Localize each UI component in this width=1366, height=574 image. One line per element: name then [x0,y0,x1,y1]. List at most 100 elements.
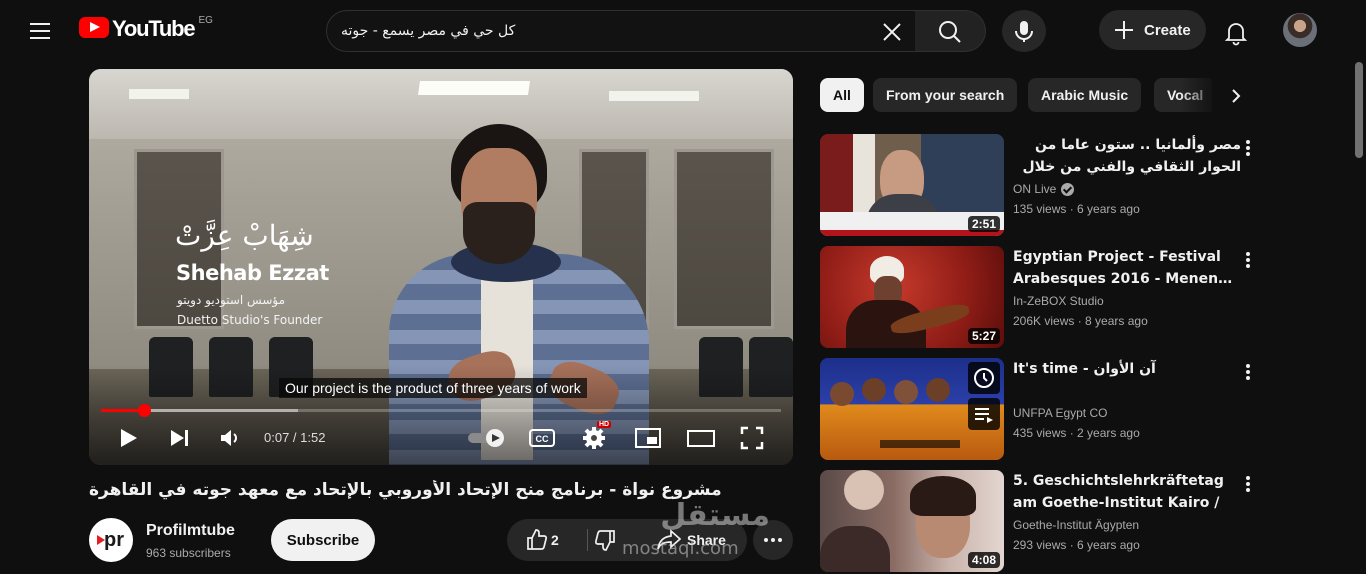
more-vertical-icon [1246,364,1250,368]
watch-later-overlay[interactable] [968,362,1000,394]
play-icon [121,429,137,447]
create-button[interactable]: Create [1099,10,1206,50]
bell-icon [1224,23,1248,46]
thumbnail: 5:27 [820,246,1004,348]
captions-button[interactable]: CC [527,425,557,451]
menu-icon [30,23,50,25]
recommendation-meta: 293 views · 6 years ago [1013,538,1140,552]
recommendation-menu-button[interactable] [1236,136,1260,160]
subscribe-button[interactable]: Subscribe [271,519,375,561]
recommendation-meta: 135 views · 6 years ago [1013,202,1140,216]
recommendation-channel: ON Live [1013,182,1075,196]
recommendation-meta: 206K views · 8 years ago [1013,314,1148,328]
page-scrollbar[interactable] [1355,62,1363,574]
miniplayer-button[interactable] [632,423,664,453]
recommendation-item[interactable]: 2:51 مصر وألمانيا .. ستون عاما من الحوار… [820,134,1260,236]
thumbnail [820,358,1004,460]
progress-scrubber[interactable] [137,404,151,417]
volume-button[interactable] [215,423,245,453]
autoplay-toggle[interactable] [467,427,507,449]
video-title: مشروع نواة - برنامج منح الإتحاد الأوروبي… [89,480,722,500]
recommendation-item[interactable]: 5:27 Egyptian Project - Festival Arabesq… [820,246,1260,348]
thumbnail: 2:51 [820,134,1004,236]
close-icon [883,23,901,41]
recommendation-title: مصر وألمانيا .. ستون عاما من الحوار الثق… [1022,137,1241,175]
play-button[interactable] [113,423,143,453]
scrollbar-thumb[interactable] [1355,62,1363,158]
recommendation-title: Egyptian Project - Festival Arabesques 2… [1013,249,1233,287]
recommendation-item[interactable]: 4:08 5. Geschichtslehrkräftetag am Goeth… [820,470,1260,572]
subtitle-caption: Our project is the product of three year… [279,378,587,398]
more-vertical-icon [1246,140,1250,144]
add-to-queue-overlay[interactable] [968,398,1000,430]
theater-mode-button[interactable] [685,423,717,453]
next-icon [171,430,188,446]
duration-badge: 4:08 [967,552,1000,568]
youtube-logo[interactable]: YouTube EG [79,15,213,41]
logo-text: YouTube [112,16,196,41]
volume-icon [221,430,237,446]
filter-chips: All From your search Arabic Music Vocal [820,78,1212,112]
menu-button[interactable] [20,14,60,48]
next-button[interactable] [165,423,195,453]
subscriber-count: 963 subscribers [146,546,231,560]
thumbs-down-icon [594,530,615,551]
search-input[interactable] [341,11,871,51]
verified-badge-icon [1061,182,1075,196]
user-avatar[interactable] [1283,13,1317,47]
mic-icon [1015,21,1033,42]
recommendation-menu-button[interactable] [1236,472,1260,496]
fullscreen-icon [740,426,764,450]
svg-text:CC: CC [536,434,549,444]
overlay-role: Duetto Studio's Founder [177,313,323,327]
dislike-button[interactable] [588,519,628,561]
like-count: 2 [551,532,559,548]
clock-icon [974,368,994,388]
chips-next-button[interactable] [1222,82,1250,110]
country-code: EG [198,15,213,26]
chip-all[interactable]: All [820,78,864,112]
overlay-role-arabic: مؤسس استوديو دويتو [177,293,285,307]
more-horizontal-icon [764,538,782,542]
more-vertical-icon [1246,252,1250,256]
share-icon [657,529,682,550]
like-button[interactable]: 2 [507,519,587,561]
progress-bar[interactable] [101,404,781,417]
top-bar: YouTube EG Create [0,0,1366,62]
autoplay-toggle-icon [468,429,504,447]
youtube-play-icon [79,17,109,38]
search-box [326,10,916,52]
duration-badge: 2:51 [967,216,1000,232]
fullscreen-button[interactable] [737,423,767,453]
chip-arabic-music[interactable]: Arabic Music [1028,78,1142,112]
miniplayer-icon [635,428,661,448]
share-button[interactable]: Share [635,519,747,561]
notifications-button[interactable] [1216,12,1256,52]
recommendation-menu-button[interactable] [1236,360,1260,384]
settings-button[interactable]: HD [579,421,612,453]
video-player[interactable]: شِهَابْ عِزَّتْ Shehab Ezzat مؤسس استودي… [89,69,793,465]
recommendation-channel: In-ZeBOX Studio [1013,294,1104,308]
search-button[interactable] [915,10,986,52]
cc-icon: CC [529,429,555,447]
search-icon [939,21,961,43]
recommendation-title: It's time - آن الأوان [1013,361,1156,377]
like-dislike-bar: 2 Share [507,519,747,561]
clear-search-button[interactable] [875,15,909,49]
more-vertical-icon [1246,476,1250,480]
create-label: Create [1144,21,1191,39]
recommendation-menu-button[interactable] [1236,248,1260,272]
thumbnail: 4:08 [820,470,1004,572]
plus-icon [1115,21,1133,39]
overlay-name-arabic: شِهَابْ عِزَّتْ [175,219,314,252]
time-display: 0:07 / 1:52 [264,430,326,445]
chip-from-your-search[interactable]: From your search [873,78,1018,112]
channel-avatar[interactable]: pr [89,518,133,562]
theater-icon [687,430,715,447]
channel-name[interactable]: Profilmtube [146,522,235,540]
recommendation-item[interactable]: It's time - آن الأوان UNFPA Egypt CO 435… [820,358,1260,460]
hd-badge: HD [597,421,612,428]
overlay-name: Shehab Ezzat [176,261,329,285]
more-actions-button[interactable] [753,520,793,560]
voice-search-button[interactable] [1002,10,1046,52]
